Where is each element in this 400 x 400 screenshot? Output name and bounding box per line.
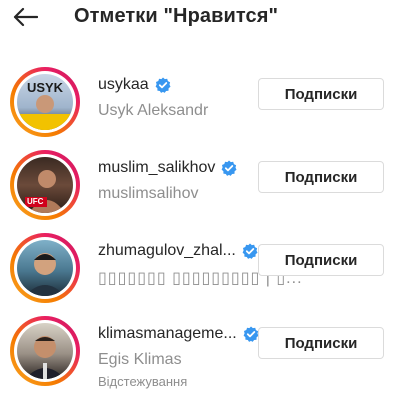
following-button[interactable]: Подписки <box>258 327 384 359</box>
username[interactable]: usykaa <box>98 76 149 94</box>
list-item[interactable]: UFC muslim_salikhov muslimsalihov Подпис… <box>0 145 400 227</box>
full-name: muslimsalihov <box>98 185 199 202</box>
arrow-left-icon <box>13 7 38 27</box>
username[interactable]: klimasmanageme... <box>98 325 237 343</box>
verified-badge-icon <box>221 160 237 176</box>
story-ring[interactable] <box>10 233 80 303</box>
avatar-label: UFC <box>27 197 44 206</box>
following-button[interactable]: Подписки <box>258 161 384 193</box>
avatar <box>17 240 73 296</box>
list-item[interactable]: USYK usykaa Usyk Aleksandr Подписки <box>0 62 400 144</box>
list-item[interactable]: klimasmanageme... Egis Klimas Відстежува… <box>0 311 400 393</box>
verified-badge-icon <box>242 243 258 259</box>
following-button[interactable]: Подписки <box>258 78 384 110</box>
username[interactable]: muslim_salikhov <box>98 159 215 177</box>
story-ring[interactable]: UFC <box>10 150 80 220</box>
verified-badge-icon <box>155 77 171 93</box>
avatar: UFC <box>17 157 73 213</box>
list-item[interactable]: zhumagulov_zhal... ▯▯▯▯▯▯▯ ▯▯▯▯▯▯▯▯▯ | ▯… <box>0 228 400 310</box>
avatar <box>17 323 73 379</box>
avatar: USYK <box>17 74 73 130</box>
full-name: Egis Klimas <box>98 351 182 368</box>
avatar-label: USYK <box>26 80 64 95</box>
follow-status-text: Відстежування <box>98 374 188 389</box>
page-title: Отметки "Нравится" <box>74 5 279 27</box>
verified-badge-icon <box>243 326 259 342</box>
full-name: Usyk Aleksandr <box>98 102 209 119</box>
username[interactable]: zhumagulov_zhal... <box>98 242 236 260</box>
story-ring[interactable] <box>10 316 80 386</box>
back-button[interactable] <box>8 2 42 32</box>
story-ring[interactable]: USYK <box>10 67 80 137</box>
following-button[interactable]: Подписки <box>258 244 384 276</box>
header-bar: Отметки "Нравится" <box>0 0 400 40</box>
